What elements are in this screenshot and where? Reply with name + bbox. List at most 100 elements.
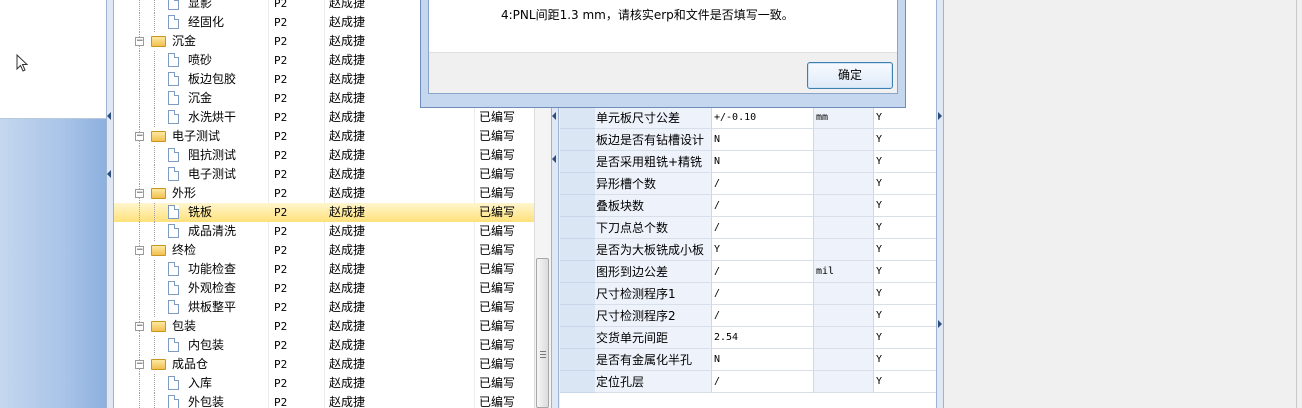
splitter-grip-icon[interactable] xyxy=(107,170,111,178)
row-selector[interactable] xyxy=(560,283,595,305)
tree-row[interactable]: 成品清洗 P2 赵成捷 已编写 xyxy=(114,222,534,241)
tree-row[interactable]: 入库 P2 赵成捷 已编写 xyxy=(114,374,534,393)
tree-toggle-icon[interactable]: − xyxy=(135,37,144,46)
row-selector[interactable] xyxy=(560,195,595,217)
tree-node[interactable]: − 终检 xyxy=(114,241,268,260)
splitter-grip-icon[interactable] xyxy=(107,112,111,120)
tree-row[interactable]: − 电子测试 P2 赵成捷 已编写 xyxy=(114,127,534,146)
tree-row[interactable]: 铣板 P2 赵成捷 已编写 xyxy=(114,203,534,222)
ok-button[interactable]: 确定 xyxy=(807,62,893,89)
tree-node[interactable]: 沉金 xyxy=(114,89,268,108)
tree-node[interactable]: 功能检查 xyxy=(114,260,268,279)
tree-toggle-icon[interactable]: − xyxy=(135,322,144,331)
tree-row[interactable]: − 外形 P2 赵成捷 已编写 xyxy=(114,184,534,203)
tree-row[interactable]: 电子测试 P2 赵成捷 已编写 xyxy=(114,165,534,184)
tree-node[interactable]: 电子测试 xyxy=(114,165,268,184)
parameter-value[interactable]: / xyxy=(712,371,814,393)
tree-node-label: 电子测试 xyxy=(188,167,237,181)
parameter-value[interactable]: / xyxy=(712,195,814,217)
tree-node[interactable]: 成品清洗 xyxy=(114,222,268,241)
tree-guide-line xyxy=(139,298,140,317)
tree-node[interactable]: 内包装 xyxy=(114,336,268,355)
tree-node[interactable]: 阻抗测试 xyxy=(114,146,268,165)
grid-row[interactable]: 是否采用粗铣+精铣 N Y xyxy=(560,151,936,173)
grid-row[interactable]: 下刀点总个数 / Y xyxy=(560,217,936,239)
row-selector[interactable] xyxy=(560,107,595,129)
parameter-value[interactable]: N xyxy=(712,129,814,151)
grid-row[interactable]: 图形到边公差 / mil Y xyxy=(560,261,936,283)
row-selector[interactable] xyxy=(560,239,595,261)
grid-row[interactable]: 交货单元间距 2.54 Y xyxy=(560,327,936,349)
tree-node[interactable]: 经固化 xyxy=(114,13,268,32)
tree-row[interactable]: 烘板整平 P2 赵成捷 已编写 xyxy=(114,298,534,317)
tree-node[interactable]: − 电子测试 xyxy=(114,127,268,146)
row-selector[interactable] xyxy=(560,327,595,349)
row-selector[interactable] xyxy=(560,217,595,239)
splitter-grip-icon[interactable] xyxy=(938,320,942,328)
tree-row[interactable]: − 终检 P2 赵成捷 已编写 xyxy=(114,241,534,260)
parameter-value[interactable]: / xyxy=(712,217,814,239)
parameter-value[interactable]: 2.54 xyxy=(712,327,814,349)
row-selector[interactable] xyxy=(560,261,595,283)
tree-node[interactable]: − 成品仓 xyxy=(114,355,268,374)
parameter-value[interactable]: N xyxy=(712,151,814,173)
tree-row[interactable]: 外观检查 P2 赵成捷 已编写 xyxy=(114,279,534,298)
tree-node[interactable]: 喷砂 xyxy=(114,51,268,70)
tree-node[interactable]: − 外形 xyxy=(114,184,268,203)
splitter-left[interactable] xyxy=(106,0,114,408)
tree-row[interactable]: 内包装 P2 赵成捷 已编写 xyxy=(114,336,534,355)
parameter-value[interactable]: / xyxy=(712,283,814,305)
tree-toggle-icon[interactable]: − xyxy=(135,189,144,198)
grid-row[interactable]: 是否有金属化半孔 N Y xyxy=(560,349,936,371)
row-selector[interactable] xyxy=(560,305,595,327)
tree-node[interactable]: 烘板整平 xyxy=(114,298,268,317)
tree-node[interactable]: 显影 xyxy=(114,0,268,13)
grid-row[interactable]: 尺寸检测程序1/ Y xyxy=(560,283,936,305)
tree-row[interactable]: − 包装 P2 赵成捷 已编写 xyxy=(114,317,534,336)
grid-row[interactable]: 定位孔层 / Y xyxy=(560,371,936,393)
splitter-grip-icon[interactable] xyxy=(552,155,556,163)
tree-row[interactable]: − 成品仓 P2 赵成捷 已编写 xyxy=(114,355,534,374)
grid-row[interactable]: 是否为大板铣成小板 Y Y xyxy=(560,239,936,261)
tree-node[interactable]: 水洗烘干 xyxy=(114,108,268,127)
splitter-right[interactable] xyxy=(936,0,944,408)
parameter-value[interactable]: +/-0.10 xyxy=(712,107,814,129)
parameter-flag: Y xyxy=(874,349,936,371)
tree-toggle-icon[interactable]: − xyxy=(135,132,144,141)
splitter-grip-icon[interactable] xyxy=(552,112,556,120)
row-selector[interactable] xyxy=(560,349,595,371)
parameter-value[interactable]: / xyxy=(712,261,814,283)
tree-node[interactable]: 外包装 xyxy=(114,393,268,408)
tree-row[interactable]: 外包装 P2 赵成捷 已编写 xyxy=(114,393,534,408)
tree-row[interactable]: 阻抗测试 P2 赵成捷 已编写 xyxy=(114,146,534,165)
tree-node[interactable]: − 沉金 xyxy=(114,32,268,51)
tree-node[interactable]: − 包装 xyxy=(114,317,268,336)
tree-node[interactable]: 板边包胶 xyxy=(114,70,268,89)
tree-toggle-icon[interactable]: − xyxy=(135,246,144,255)
row-selector[interactable] xyxy=(560,173,595,195)
parameter-value[interactable]: / xyxy=(712,173,814,195)
tree-toggle-icon[interactable]: − xyxy=(135,360,144,369)
row-selector[interactable] xyxy=(560,371,595,393)
grid-row[interactable]: 单元板尺寸公差 +/-0.10 mm Y xyxy=(560,107,936,129)
document-icon xyxy=(168,395,179,408)
tree-node[interactable]: 入库 xyxy=(114,374,268,393)
tree-row[interactable]: 功能检查 P2 赵成捷 已编写 xyxy=(114,260,534,279)
tree-cell-engineer: 赵成捷 xyxy=(329,167,366,181)
document-icon xyxy=(168,0,179,10)
grid-row[interactable]: 板边是否有钻槽设计 N Y xyxy=(560,129,936,151)
tree-row[interactable]: 水洗烘干 P2 赵成捷 已编写 xyxy=(114,108,534,127)
tree-node[interactable]: 铣板 xyxy=(114,203,268,222)
row-selector[interactable] xyxy=(560,151,595,173)
grid-row[interactable]: 叠板块数 / Y xyxy=(560,195,936,217)
tree-scrollbar-thumb[interactable] xyxy=(536,258,549,408)
tree-node-label: 烘板整平 xyxy=(188,300,237,314)
grid-row[interactable]: 异形槽个数 / Y xyxy=(560,173,936,195)
row-selector[interactable] xyxy=(560,129,595,151)
tree-node[interactable]: 外观检查 xyxy=(114,279,268,298)
grid-row[interactable]: 尺寸检测程序2/ Y xyxy=(560,305,936,327)
parameter-value[interactable]: Y xyxy=(712,239,814,261)
parameter-value[interactable]: N xyxy=(712,349,814,371)
splitter-grip-icon[interactable] xyxy=(938,112,942,120)
parameter-value[interactable]: / xyxy=(712,305,814,327)
